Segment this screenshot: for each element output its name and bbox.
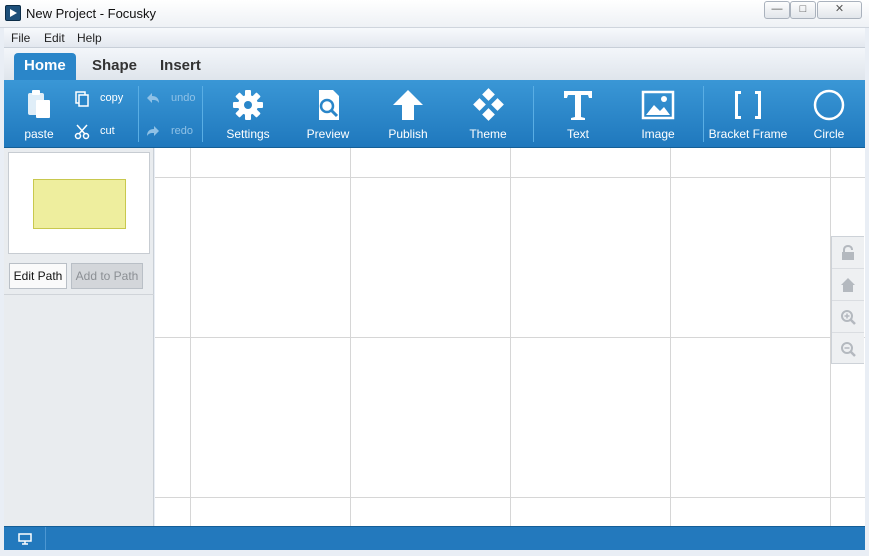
upload-arrow-icon — [393, 90, 423, 120]
ribbon-toolbar: paste copy cut undo redo Settings Previe… — [4, 80, 865, 148]
minimize-button[interactable]: — — [764, 1, 790, 19]
lock-button[interactable] — [832, 237, 864, 269]
publish-button[interactable]: Publish — [378, 80, 438, 148]
maximize-button[interactable]: □ — [790, 1, 816, 19]
ribbon-separator — [138, 86, 139, 142]
settings-button[interactable]: Settings — [218, 80, 278, 148]
paste-button[interactable]: paste — [14, 80, 64, 148]
lock-icon — [842, 245, 854, 260]
grid-line — [155, 497, 865, 498]
thumbnail-frame — [33, 179, 126, 229]
menu-bar: File Edit Help — [4, 28, 865, 48]
tab-home[interactable]: Home — [14, 53, 76, 80]
theme-button[interactable]: Theme — [458, 80, 518, 148]
menu-edit[interactable]: Edit — [44, 31, 65, 45]
cut-button[interactable]: cut — [74, 122, 134, 142]
home-button[interactable] — [832, 269, 864, 301]
tab-shape[interactable]: Shape — [82, 53, 147, 80]
preview-icon — [319, 90, 339, 120]
presentation-button[interactable] — [4, 527, 46, 551]
menu-help[interactable]: Help — [77, 31, 102, 45]
image-icon — [641, 90, 675, 120]
ribbon-separator — [703, 86, 704, 142]
text-icon — [564, 91, 592, 120]
ribbon-tabs: Home Shape Insert — [4, 48, 865, 80]
zoom-in-button[interactable] — [832, 301, 864, 333]
text-button[interactable]: Text — [548, 80, 608, 148]
window-title: New Project - Focusky — [26, 6, 157, 21]
zoom-out-icon — [841, 342, 856, 357]
ribbon-separator — [533, 86, 534, 142]
redo-button[interactable]: redo — [145, 122, 200, 142]
copy-icon — [75, 91, 89, 107]
zoom-in-icon — [841, 310, 856, 325]
presentation-icon — [18, 533, 32, 545]
preview-button[interactable]: Preview — [298, 80, 358, 148]
edit-path-button[interactable]: Edit Path — [9, 263, 67, 289]
grid-line — [155, 177, 865, 178]
slide-thumbnail[interactable] — [8, 152, 150, 254]
status-bar — [4, 526, 865, 551]
panel-divider — [4, 294, 154, 295]
undo-button[interactable]: undo — [145, 89, 200, 109]
paste-icon — [28, 90, 50, 118]
app-icon — [5, 5, 21, 21]
bracket-frame-icon — [735, 91, 761, 119]
circle-button[interactable]: Circle — [799, 80, 859, 148]
window-frame — [0, 550, 869, 556]
editing-canvas[interactable] — [155, 148, 865, 526]
undo-icon — [147, 93, 159, 103]
circle-icon — [813, 89, 845, 121]
zoom-out-button[interactable] — [832, 333, 864, 365]
theme-icon — [473, 88, 504, 121]
ribbon-separator — [202, 86, 203, 142]
bracket-frame-button[interactable]: Bracket Frame — [708, 80, 788, 148]
copy-button[interactable]: copy — [74, 89, 134, 109]
path-panel: Edit Path Add to Path — [4, 148, 154, 526]
image-button[interactable]: Image — [628, 80, 688, 148]
gear-icon — [233, 90, 263, 120]
window-titlebar: New Project - Focusky — □ ✕ — [0, 0, 869, 28]
redo-icon — [147, 126, 159, 136]
home-icon — [841, 278, 855, 292]
scissors-icon — [74, 124, 90, 140]
tab-insert[interactable]: Insert — [150, 53, 211, 80]
add-to-path-button[interactable]: Add to Path — [71, 263, 143, 289]
menu-file[interactable]: File — [11, 31, 30, 45]
canvas-tools — [831, 236, 864, 364]
close-button[interactable]: ✕ — [817, 1, 862, 19]
grid-line — [155, 337, 865, 338]
